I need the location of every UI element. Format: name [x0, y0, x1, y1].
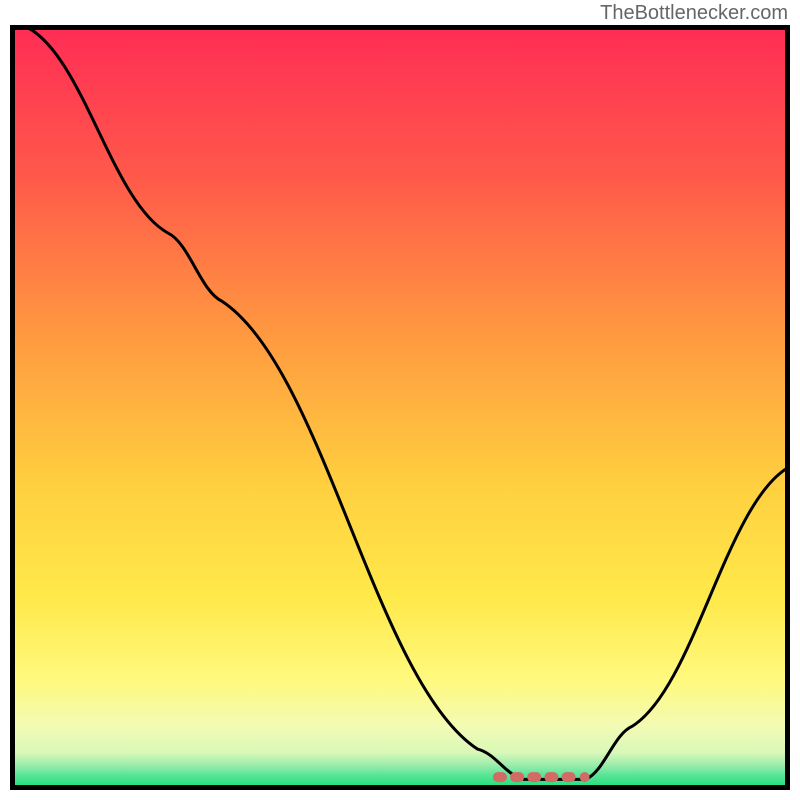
bottleneck-chart [10, 25, 790, 790]
gradient-background [13, 28, 787, 787]
watermark-text: TheBottlenecker.com [600, 2, 788, 25]
chart-svg [10, 25, 790, 790]
